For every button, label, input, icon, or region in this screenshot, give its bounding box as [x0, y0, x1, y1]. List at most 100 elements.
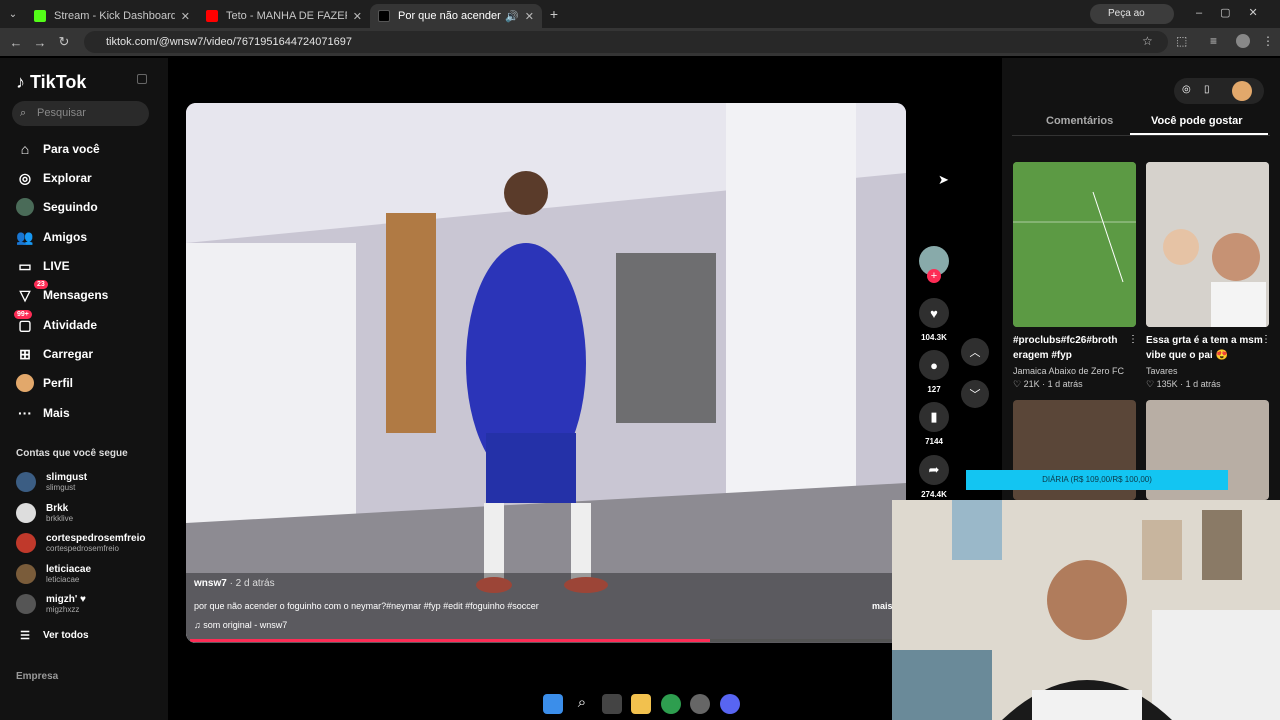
recommended-thumbnail[interactable]	[1013, 162, 1136, 327]
account-handle: cortespedrosemfreio	[46, 544, 119, 553]
chrome-icon[interactable]	[661, 694, 681, 714]
recommended-likes: 21K	[1023, 379, 1040, 389]
reload-icon[interactable]: ↻	[52, 34, 76, 50]
video-author[interactable]: wnsw7	[194, 578, 227, 589]
nav-live[interactable]: ▭ LIVE	[16, 256, 70, 276]
audio-playing-icon[interactable]: 🔊	[505, 10, 519, 23]
tab-voce-pode-gostar[interactable]: Você pode gostar	[1151, 115, 1242, 127]
comment-button[interactable]: ● 127	[914, 350, 954, 394]
browser-tab-tiktok[interactable]: Por que não acender o fogu 🔊 ✕	[370, 4, 542, 28]
discord-icon[interactable]	[720, 694, 740, 714]
video-progress-track[interactable]	[190, 639, 902, 642]
follow-plus-icon[interactable]: +	[927, 269, 941, 283]
browser-tab-youtube[interactable]: Teto - MANHA DE FAZER DINHE ✕	[198, 4, 370, 28]
recommended-author[interactable]: Tavares	[1146, 366, 1178, 376]
share-button[interactable]: ➦ 274.4K	[914, 455, 954, 499]
following-item[interactable]: cortespedrosemfreio cortespedrosemfreio	[16, 530, 145, 556]
search-taskbar-icon[interactable]: ⌕	[572, 694, 592, 714]
reading-list-icon[interactable]: ≡	[1210, 34, 1217, 48]
nav-mais[interactable]: ··· Mais	[16, 403, 70, 423]
account-name: Brkk	[46, 503, 69, 514]
back-icon[interactable]: ←	[4, 35, 28, 50]
nav-label: LIVE	[43, 259, 70, 273]
close-tab-icon[interactable]: ✕	[525, 10, 534, 23]
recommended-thumbnail[interactable]	[1146, 162, 1269, 327]
account-name: slimgust	[46, 472, 88, 483]
activity-badge: 99+	[14, 310, 32, 319]
nav-mensagens[interactable]: ▽ 23 Mensagens	[16, 280, 108, 305]
gemini-button[interactable]: Peça ao Gemini	[1090, 4, 1174, 39]
extensions-icon[interactable]: ⬚	[1176, 34, 1187, 48]
top-right-controls: ◎ ▯	[1174, 78, 1264, 104]
forward-icon[interactable]: →	[28, 35, 52, 50]
search-input[interactable]: ⌕ Pesquisar	[12, 101, 149, 126]
thumbnail-image	[1013, 162, 1136, 327]
sound-link[interactable]: ♫ som original - wnsw7	[194, 620, 287, 630]
account-handle: migzhxzz	[46, 605, 80, 614]
close-tab-icon[interactable]: ✕	[181, 10, 190, 23]
obs-icon[interactable]	[690, 694, 710, 714]
activity-icon: ▢ 99+	[14, 310, 34, 334]
tab-comentarios[interactable]: Comentários	[1046, 115, 1113, 127]
nav-amigos[interactable]: 👥 Amigos	[16, 227, 87, 247]
creator-avatar[interactable]: +	[914, 246, 954, 283]
see-all-button[interactable]: ☰ Ver todos	[16, 625, 89, 645]
more-options-icon[interactable]: ⋮	[1261, 334, 1271, 345]
stream-promo-banner: DIÁRIA (R$ 109,00/R$ 100,00)	[966, 470, 1228, 490]
start-icon[interactable]	[543, 694, 563, 714]
next-video-button[interactable]: ﹀	[961, 380, 989, 408]
recommended-author[interactable]: Jamaica Abaixo de Zero FC	[1013, 366, 1124, 376]
following-item[interactable]: slimgust slimgust	[16, 469, 87, 495]
friends-icon: 👥	[16, 228, 34, 245]
nav-seguindo[interactable]: Seguindo	[16, 197, 98, 217]
following-item[interactable]: migzh' ♥ migzhxzz	[16, 591, 86, 617]
messages-badge: 23	[34, 280, 48, 289]
following-item[interactable]: Brkk brkklive	[16, 500, 73, 526]
recommended-title[interactable]: #proclubs#fc26#broth eragem #fyp	[1013, 333, 1133, 363]
profile-avatar[interactable]	[1236, 34, 1250, 48]
task-view-icon[interactable]	[602, 694, 622, 714]
save-button[interactable]: ▮ 7144	[914, 402, 954, 446]
profile-avatar-icon	[16, 374, 34, 392]
account-name: migzh' ♥	[46, 594, 86, 605]
following-header: Contas que você segue	[16, 448, 128, 459]
nav-atividade[interactable]: ▢ 99+ Atividade	[14, 310, 97, 335]
nav-explorar[interactable]: ◎ Explorar	[16, 168, 92, 188]
nav-label: Para você	[43, 142, 100, 156]
heart-icon: ♥	[919, 298, 949, 328]
more-options-icon[interactable]: ⋮	[1128, 334, 1138, 345]
tiktok-logo[interactable]: ♪ TikTok	[16, 72, 86, 93]
following-avatar-icon	[16, 198, 34, 216]
video-player[interactable]: wnsw7 · 2 d atrás por que não acender o …	[186, 103, 906, 643]
tab-title: Stream - Kick Dashboard	[54, 10, 175, 22]
recommended-title[interactable]: Essa grta é a tem a msm vibe que o pai 😍	[1146, 333, 1266, 363]
compass-icon[interactable]: ◎	[1182, 84, 1191, 95]
previous-video-button[interactable]: ︿	[961, 338, 989, 366]
tab-search-icon[interactable]: ⌄	[0, 9, 26, 20]
window-controls[interactable]: –▢✕	[1196, 6, 1276, 19]
nav-carregar[interactable]: ⊞ Carregar	[16, 344, 93, 364]
bookmark-icon: ▮	[919, 402, 949, 432]
file-explorer-icon[interactable]	[631, 694, 651, 714]
recommended-age: 1 d atrás	[1047, 379, 1083, 389]
footer-link[interactable]: Empresa	[16, 671, 58, 682]
video-author-line[interactable]: wnsw7 · 2 d atrás	[194, 578, 275, 589]
collapse-sidebar-icon[interactable]	[137, 74, 147, 84]
following-item[interactable]: leticiacae leticiacae	[16, 561, 91, 587]
caption-more-link[interactable]: mais	[872, 601, 893, 611]
video-frame	[186, 103, 906, 643]
address-bar[interactable]: tiktok.com/@wnsw7/video/7671951644724071…	[84, 31, 1168, 53]
bookmark-star-icon[interactable]: ☆	[1142, 34, 1153, 48]
menu-icon[interactable]: ⋮	[1262, 34, 1274, 48]
close-tab-icon[interactable]: ✕	[353, 10, 362, 23]
nav-para-voce[interactable]: ⌂ Para você	[16, 139, 100, 159]
user-avatar[interactable]	[1232, 81, 1252, 101]
account-handle: brkklive	[46, 514, 74, 523]
recommended-meta: ♡ 135K · 1 d atrás	[1146, 379, 1221, 389]
browser-tab-kick[interactable]: Stream - Kick Dashboard ✕	[26, 4, 198, 28]
nav-perfil[interactable]: Perfil	[16, 373, 73, 393]
like-button[interactable]: ♥ 104.3K	[914, 298, 954, 342]
device-icon[interactable]: ▯	[1204, 84, 1210, 95]
url-text: tiktok.com/@wnsw7/video/7671951644724071…	[106, 36, 353, 48]
new-tab-button[interactable]: +	[542, 6, 566, 22]
